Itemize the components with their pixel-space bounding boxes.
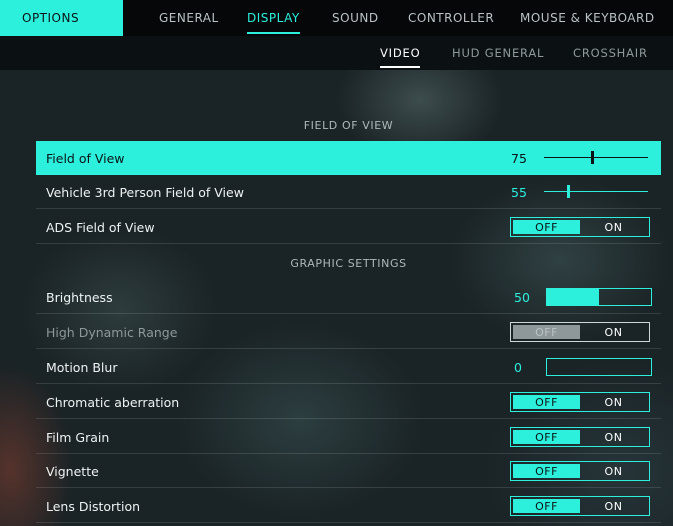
setting-value: 55 — [511, 184, 527, 200]
hdr-toggle: OFF ON — [510, 322, 650, 342]
setting-label: Lens Distortion — [46, 498, 141, 514]
setting-label: Vignette — [46, 463, 99, 479]
toggle-on-option[interactable]: ON — [580, 395, 647, 409]
ads-fov-toggle[interactable]: OFF ON — [510, 217, 650, 237]
toggle-off-option[interactable]: OFF — [513, 464, 580, 478]
lens-distortion-toggle[interactable]: OFF ON — [510, 496, 650, 516]
tab-mouse-keyboard[interactable]: MOUSE & KEYBOARD — [520, 0, 655, 36]
brightness-bar-fill — [547, 289, 599, 305]
setting-label: ADS Field of View — [46, 219, 155, 235]
setting-value: 0 — [514, 359, 522, 375]
toggle-on-option: ON — [604, 325, 623, 339]
setting-value: 75 — [511, 150, 527, 166]
setting-label: Chromatic aberration — [46, 394, 180, 410]
setting-label: Brightness — [46, 289, 113, 305]
setting-row-chromatic-aberration[interactable]: Chromatic aberration OFF ON — [36, 385, 661, 419]
tab-controller[interactable]: CONTROLLER — [408, 0, 494, 36]
subtab-hud-general[interactable]: HUD GENERAL — [452, 36, 544, 70]
vehicle-fov-slider-track[interactable] — [544, 185, 648, 198]
subtab-crosshair[interactable]: CROSSHAIR — [573, 36, 648, 70]
setting-row-hdr: High Dynamic Range OFF ON — [36, 315, 661, 349]
fov-slider-knob[interactable] — [590, 151, 594, 164]
tab-general[interactable]: GENERAL — [159, 0, 219, 36]
toggle-off-option[interactable]: OFF — [513, 220, 580, 234]
setting-row-field-of-view[interactable]: Field of View 75 — [36, 141, 661, 175]
toggle-on-option[interactable]: ON — [580, 220, 647, 234]
setting-row-lens-distortion[interactable]: Lens Distortion OFF ON — [36, 489, 661, 523]
setting-label: Film Grain — [46, 429, 110, 445]
toggle-off-option: OFF — [513, 325, 580, 339]
tab-sound[interactable]: SOUND — [332, 0, 379, 36]
tab-display[interactable]: DISPLAY — [247, 0, 300, 36]
chromatic-aberration-toggle[interactable]: OFF ON — [510, 392, 650, 412]
toggle-on-option[interactable]: ON — [580, 499, 647, 513]
toggle-on-option[interactable]: ON — [580, 464, 647, 478]
setting-row-film-grain[interactable]: Film Grain OFF ON — [36, 420, 661, 454]
setting-row-vignette[interactable]: Vignette OFF ON — [36, 454, 661, 488]
setting-label: Field of View — [46, 150, 125, 166]
setting-row-brightness[interactable]: Brightness 50 — [36, 280, 661, 314]
toggle-off-option[interactable]: OFF — [513, 430, 580, 444]
toggle-off-option[interactable]: OFF — [513, 499, 580, 513]
film-grain-toggle[interactable]: OFF ON — [510, 427, 650, 447]
setting-row-motion-blur[interactable]: Motion Blur 0 — [36, 350, 661, 384]
setting-row-ads-fov[interactable]: ADS Field of View OFF ON — [36, 210, 661, 244]
vignette-toggle[interactable]: OFF ON — [510, 461, 650, 481]
section-title-field-of-view: FIELD OF VIEW — [303, 118, 394, 132]
fov-slider-track[interactable] — [544, 151, 648, 164]
subtab-video[interactable]: VIDEO — [380, 36, 421, 70]
setting-label: Vehicle 3rd Person Field of View — [46, 184, 244, 200]
section-title-graphic-settings: GRAPHIC SETTINGS — [290, 256, 407, 270]
setting-row-vehicle-fov[interactable]: Vehicle 3rd Person Field of View 55 — [36, 175, 661, 209]
setting-label: Motion Blur — [46, 359, 118, 375]
options-tab[interactable]: OPTIONS — [0, 0, 123, 36]
toggle-on-option[interactable]: ON — [580, 430, 647, 444]
toggle-off-option[interactable]: OFF — [513, 395, 580, 409]
motion-blur-bar[interactable] — [546, 358, 652, 376]
vehicle-fov-slider-knob[interactable] — [566, 185, 570, 198]
setting-label: High Dynamic Range — [46, 324, 178, 340]
brightness-bar[interactable] — [546, 288, 652, 306]
setting-value: 50 — [514, 289, 530, 305]
